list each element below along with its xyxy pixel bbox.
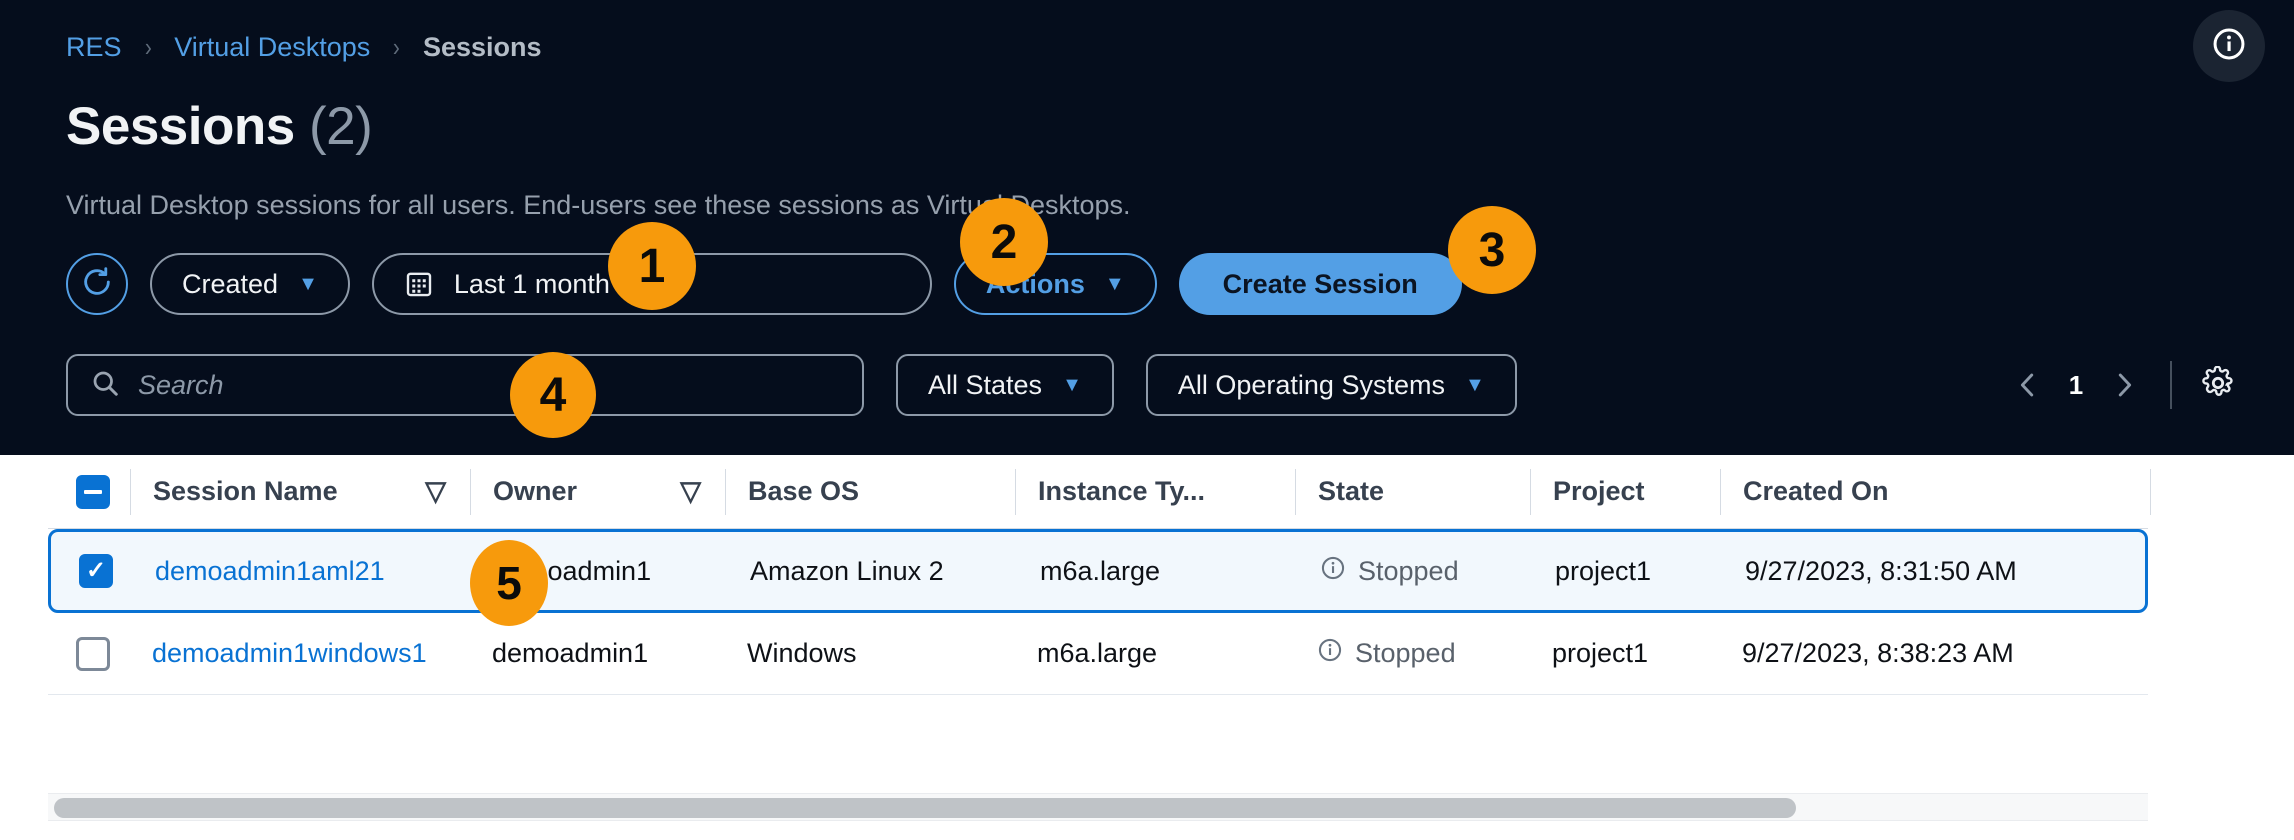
column-header-label: Instance Ty... xyxy=(1038,476,1205,507)
os-filter-dropdown[interactable]: All Operating Systems ▼ xyxy=(1146,354,1517,416)
table-row[interactable]: ✓ demoadmin1aml21 demoadmin1 Amazon Linu… xyxy=(48,529,2148,613)
chevron-down-icon: ▼ xyxy=(1105,273,1125,296)
cell-base-os: Windows xyxy=(725,613,1015,694)
chevron-down-icon: ▼ xyxy=(298,273,318,296)
column-header-label: Project xyxy=(1553,476,1645,507)
pagination-prev-button[interactable] xyxy=(2002,359,2054,411)
cell-state: Stopped xyxy=(1295,613,1530,694)
search-icon xyxy=(90,368,120,403)
status-badge-label: Stopped xyxy=(1358,556,1459,587)
info-button[interactable] xyxy=(2193,10,2265,82)
toolbar-primary: Created ▼ La xyxy=(66,253,1462,315)
cell-instance-type: m6a.large xyxy=(1015,613,1295,694)
column-header-label: State xyxy=(1318,476,1384,507)
search-placeholder: Search xyxy=(138,370,224,401)
select-all-checkbox[interactable] xyxy=(76,475,110,509)
column-header-label: Owner xyxy=(493,476,577,507)
date-range-filter-label: Last 1 month xyxy=(454,269,610,300)
breadcrumb-item-virtual-desktops[interactable]: Virtual Desktops xyxy=(174,32,370,63)
column-header-state[interactable]: State xyxy=(1295,469,1530,515)
cell-project: project1 xyxy=(1530,613,1720,694)
column-header-session-name[interactable]: Session Name ▽ xyxy=(130,469,470,515)
page-title-text: Sessions xyxy=(66,97,295,156)
pagination-divider xyxy=(2170,361,2172,409)
os-filter-label: All Operating Systems xyxy=(1178,370,1445,401)
page-title-count: (2) xyxy=(309,97,372,156)
table-settings-button[interactable] xyxy=(2192,359,2244,411)
status-badge: Stopped xyxy=(1317,637,1456,670)
sort-icon[interactable]: ▽ xyxy=(680,476,701,507)
table-header-row: Session Name ▽ Owner ▽ Base OS Instance … xyxy=(48,455,2148,529)
pagination-page-1[interactable]: 1 xyxy=(2054,370,2098,401)
column-header-base-os[interactable]: Base OS xyxy=(725,469,1015,515)
column-header-owner[interactable]: Owner ▽ xyxy=(470,469,725,515)
scrollbar-thumb[interactable] xyxy=(54,798,1796,818)
sessions-page: RES › Virtual Desktops › Sessions Sessio… xyxy=(0,0,2294,840)
row-checkbox[interactable]: ✓ xyxy=(79,554,113,588)
column-header-label: Session Name xyxy=(153,476,338,507)
indeterminate-dash-icon xyxy=(84,490,102,494)
cell-state: Stopped xyxy=(1298,532,1533,610)
toolbar-filters: Search All States ▼ All Operating System… xyxy=(66,354,1517,416)
cell-created-on: 9/27/2023, 8:38:23 AM xyxy=(1720,613,2150,694)
breadcrumb-separator-icon: › xyxy=(144,32,151,63)
column-header-label: Base OS xyxy=(748,476,859,507)
created-filter-dropdown[interactable]: Created ▼ xyxy=(150,253,350,315)
status-badge: Stopped xyxy=(1320,555,1459,588)
row-select-cell xyxy=(48,613,130,694)
breadcrumb: RES › Virtual Desktops › Sessions xyxy=(66,32,542,63)
annotation-marker-2: 2 xyxy=(960,198,1048,286)
annotation-marker-4: 4 xyxy=(510,352,596,438)
created-filter-label: Created xyxy=(182,269,278,300)
refresh-icon xyxy=(80,265,114,304)
page-title: Sessions (2) xyxy=(66,96,372,157)
annotation-marker-1: 1 xyxy=(608,222,696,310)
sessions-table: Session Name ▽ Owner ▽ Base OS Instance … xyxy=(48,455,2148,695)
calendar-icon xyxy=(404,269,434,299)
cell-session-name[interactable]: demoadmin1windows1 xyxy=(130,613,470,694)
chevron-down-icon: ▼ xyxy=(1062,374,1082,397)
breadcrumb-item-res[interactable]: RES xyxy=(66,32,122,63)
cell-base-os: Amazon Linux 2 xyxy=(728,532,1018,610)
cell-created-on: 9/27/2023, 8:31:50 AM xyxy=(1723,532,2153,610)
breadcrumb-item-sessions: Sessions xyxy=(423,32,542,63)
search-input[interactable]: Search xyxy=(66,354,864,416)
chevron-down-icon: ▼ xyxy=(1465,374,1485,397)
check-icon: ✓ xyxy=(86,559,106,583)
row-select-cell: ✓ xyxy=(51,532,133,610)
create-session-button[interactable]: Create Session xyxy=(1179,253,1462,315)
select-all-cell xyxy=(48,469,130,515)
states-filter-dropdown[interactable]: All States ▼ xyxy=(896,354,1114,416)
row-checkbox[interactable] xyxy=(76,637,110,671)
pagination-top: 1 xyxy=(2002,354,2244,416)
column-header-instance-type[interactable]: Instance Ty... xyxy=(1015,469,1295,515)
page-header-region: RES › Virtual Desktops › Sessions Sessio… xyxy=(0,0,2294,455)
horizontal-scrollbar[interactable] xyxy=(48,793,2148,821)
info-circle-icon xyxy=(1317,637,1343,670)
sort-icon[interactable]: ▽ xyxy=(425,476,446,507)
pagination-next-button[interactable] xyxy=(2098,359,2150,411)
column-header-overflow xyxy=(2150,469,2210,515)
status-badge-label: Stopped xyxy=(1355,638,1456,669)
annotation-marker-3: 3 xyxy=(1448,206,1536,294)
cell-instance-type: m6a.large xyxy=(1018,532,1298,610)
cell-session-name[interactable]: demoadmin1aml21 xyxy=(133,532,473,610)
cell-project: project1 xyxy=(1533,532,1723,610)
column-header-created-on[interactable]: Created On xyxy=(1720,469,2150,515)
column-header-label: Created On xyxy=(1743,476,1889,507)
table-region: Session Name ▽ Owner ▽ Base OS Instance … xyxy=(0,455,2294,840)
table-row[interactable]: demoadmin1windows1 demoadmin1 Windows m6… xyxy=(48,613,2148,695)
annotation-marker-5: 5 xyxy=(470,540,548,626)
info-circle-icon xyxy=(2211,26,2247,67)
info-circle-icon xyxy=(1320,555,1346,588)
breadcrumb-separator-icon: › xyxy=(393,32,400,63)
column-header-project[interactable]: Project xyxy=(1530,469,1720,515)
gear-icon xyxy=(2201,366,2235,405)
refresh-button[interactable] xyxy=(66,253,128,315)
states-filter-label: All States xyxy=(928,370,1042,401)
